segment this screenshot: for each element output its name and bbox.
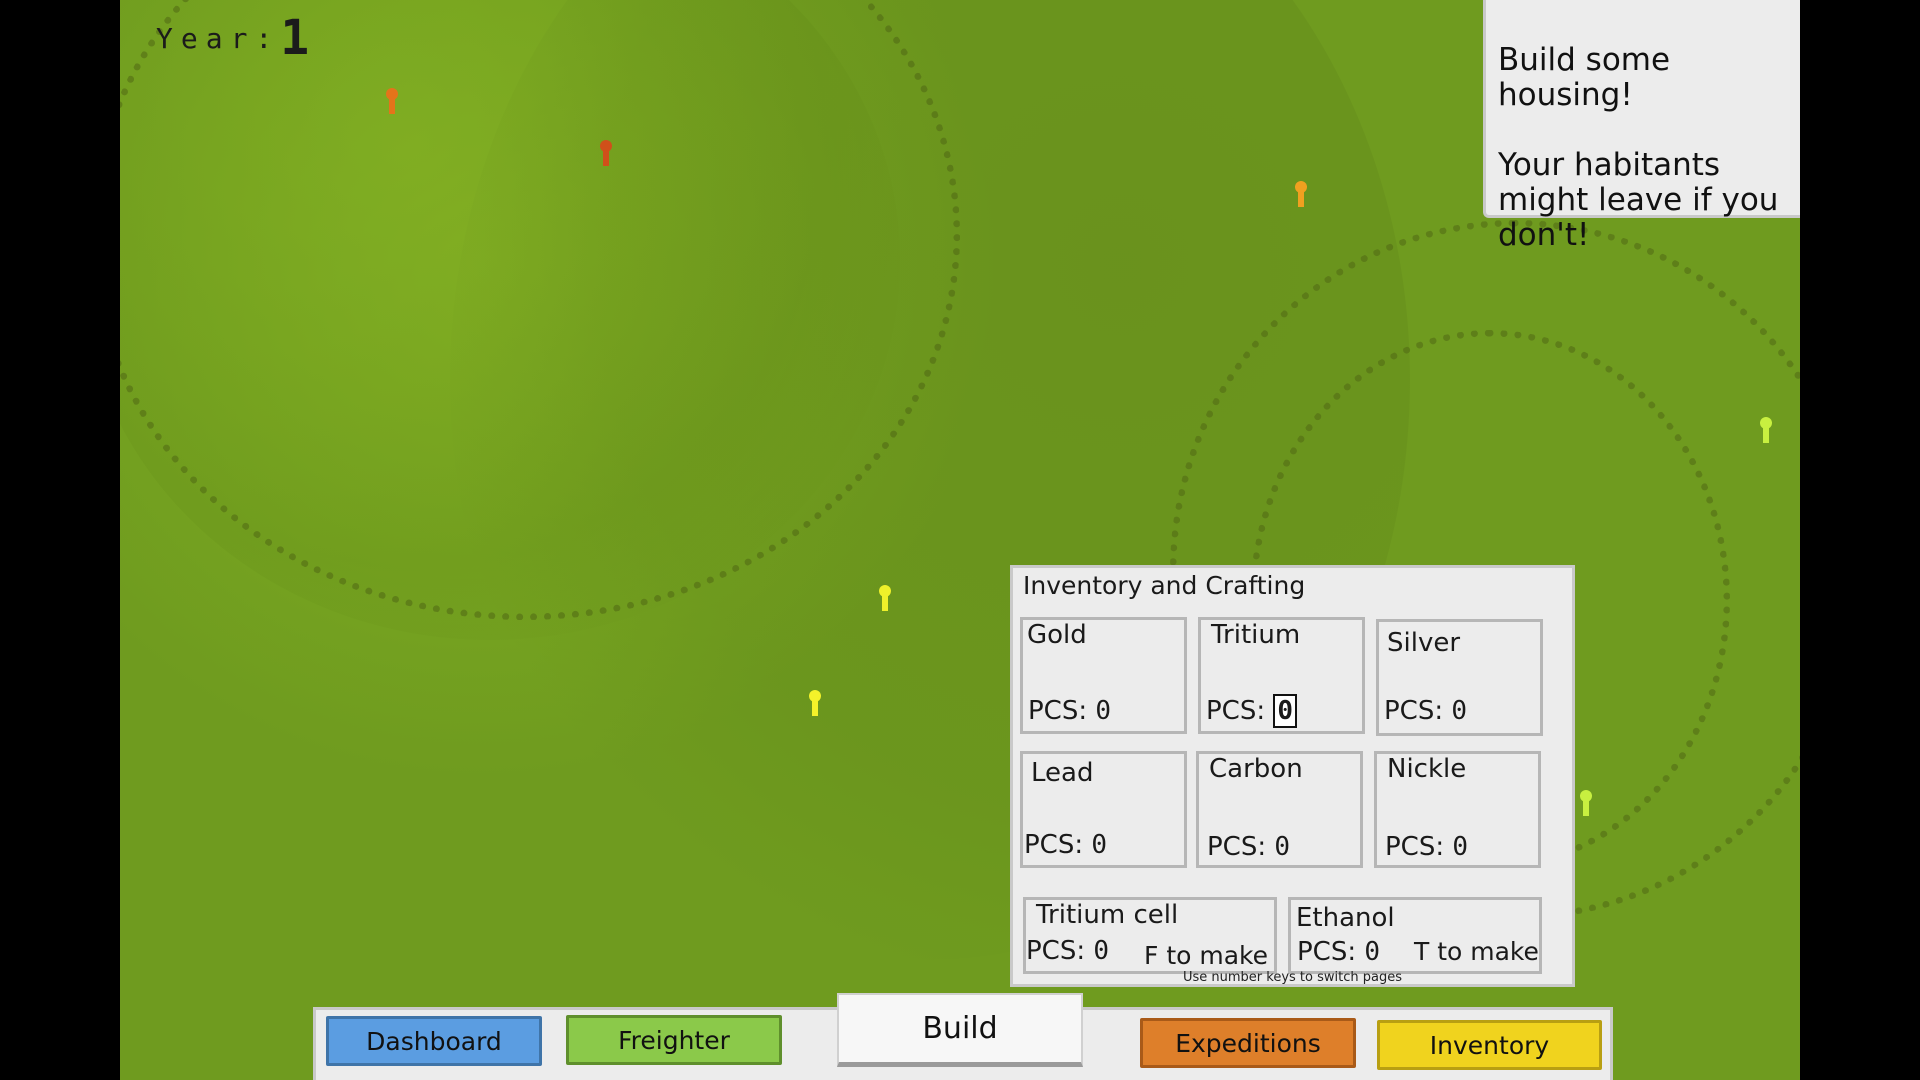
- habitant-pin[interactable]: [386, 88, 398, 114]
- habitant-pin[interactable]: [1580, 790, 1592, 816]
- resource-count: PCS: 0: [1028, 696, 1112, 726]
- habitant-pin[interactable]: [879, 585, 891, 611]
- resource-name: Lead: [1031, 758, 1094, 788]
- year-value: 1: [280, 10, 310, 66]
- page-switch-hint: Use number keys to switch pages: [1182, 970, 1402, 985]
- habitant-pin[interactable]: [1295, 181, 1307, 207]
- resource-name: Tritium: [1211, 620, 1301, 650]
- resource-slot-silver[interactable]: Silver PCS: 0: [1376, 619, 1543, 736]
- habitant-pin[interactable]: [600, 140, 612, 166]
- resource-name: Carbon: [1209, 754, 1303, 784]
- resource-slot-carbon[interactable]: Carbon PCS: 0: [1196, 751, 1363, 868]
- dashboard-button[interactable]: Dashboard: [326, 1016, 542, 1066]
- craft-count: PCS: 0: [1297, 937, 1381, 967]
- year-counter: Year:1: [156, 10, 309, 66]
- resource-count: PCS: 0: [1024, 830, 1108, 860]
- craft-count: PCS: 0: [1026, 936, 1110, 966]
- build-button[interactable]: Build: [837, 993, 1083, 1067]
- craft-name: Tritium cell: [1036, 900, 1179, 930]
- resource-count: PCS: 0: [1206, 694, 1298, 728]
- habitant-pin[interactable]: [809, 690, 821, 716]
- resource-count: PCS: 0: [1207, 832, 1291, 862]
- craft-slot-ethanol[interactable]: Ethanol PCS: 0 T to make: [1288, 897, 1542, 974]
- craft-make-hint: T to make: [1414, 937, 1539, 966]
- expeditions-button[interactable]: Expeditions: [1140, 1018, 1356, 1068]
- resource-count: PCS: 0: [1385, 832, 1469, 862]
- inventory-button[interactable]: Inventory: [1377, 1020, 1602, 1070]
- resource-slot-gold[interactable]: Gold PCS: 0: [1020, 617, 1187, 734]
- panel-title: Inventory and Crafting: [1023, 571, 1306, 600]
- resource-name: Nickle: [1387, 754, 1467, 784]
- resource-slot-lead[interactable]: Lead PCS: 0: [1020, 751, 1187, 868]
- habitant-pin[interactable]: [1760, 417, 1772, 443]
- craft-name: Ethanol: [1296, 903, 1395, 933]
- hint-notice: Build some housing! Your habitants might…: [1483, 0, 1800, 253]
- inventory-crafting-panel: Inventory and Crafting Gold PCS: 0 Triti…: [1010, 565, 1575, 987]
- craft-make-hint: F to make: [1144, 941, 1269, 970]
- resource-name: Gold: [1027, 620, 1087, 650]
- craft-slot-tritium-cell[interactable]: Tritium cell PCS: 0 F to make: [1023, 897, 1277, 974]
- resource-count: PCS: 0: [1384, 696, 1468, 726]
- year-label: Year:: [156, 22, 281, 55]
- resource-name: Silver: [1387, 628, 1461, 658]
- freighter-button[interactable]: Freighter: [566, 1015, 782, 1065]
- resource-slot-nickle[interactable]: Nickle PCS: 0: [1374, 751, 1541, 868]
- resource-slot-tritium[interactable]: Tritium PCS: 0: [1198, 617, 1365, 734]
